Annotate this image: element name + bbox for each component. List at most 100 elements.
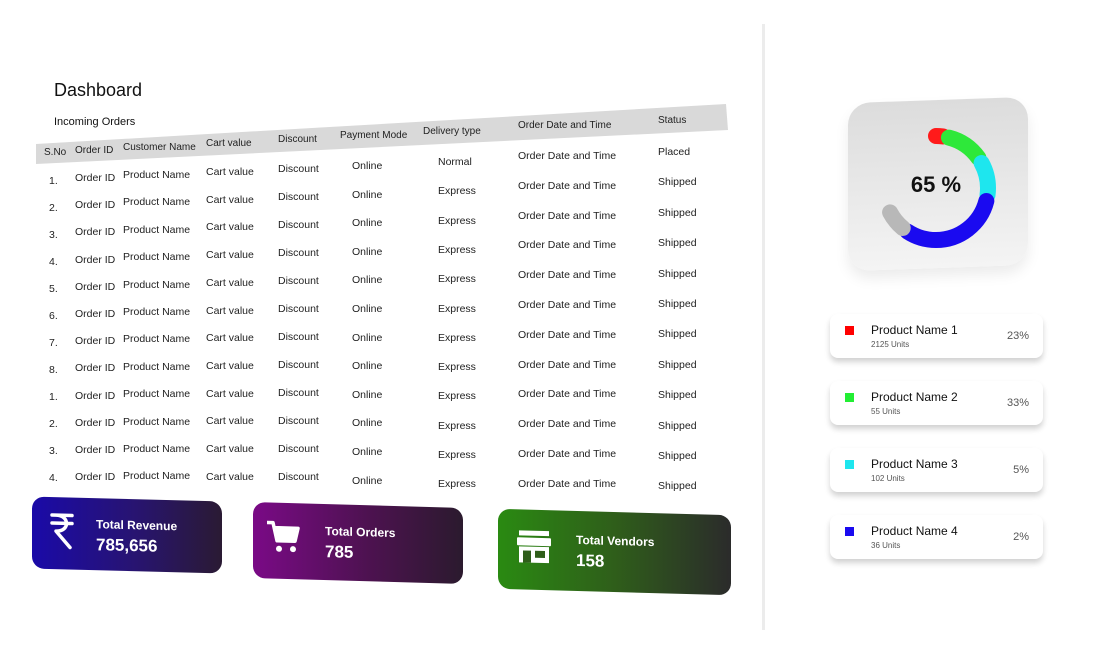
table-cell-discount: Discount: [278, 415, 319, 427]
column-header-status[interactable]: Status: [658, 115, 686, 126]
donut-percentage: 65 %: [910, 172, 962, 197]
table-cell-cart-value: Cart value: [206, 415, 254, 428]
product-card[interactable]: Product Name 2 55 Units 33%: [830, 381, 1043, 425]
table-cell-order-id[interactable]: Order ID: [75, 362, 115, 374]
table-cell-status: Shipped: [658, 480, 697, 493]
table-cell-order-date: Order Date and Time: [518, 328, 617, 341]
total-revenue-value: 785,656: [96, 535, 158, 556]
table-cell-sno: 1.: [49, 391, 58, 403]
product-units: 102 Units: [871, 474, 905, 483]
table-cell-delivery-type: Express: [438, 302, 476, 315]
table-cell-payment-mode: Online: [352, 217, 383, 230]
table-cell-delivery-type: Express: [438, 185, 476, 198]
table-cell-status: Shipped: [658, 358, 697, 371]
column-header-order-date[interactable]: Order Date and Time: [518, 120, 611, 131]
table-cell-delivery-type: Express: [438, 361, 476, 374]
table-cell-order-id[interactable]: Order ID: [75, 254, 115, 266]
table-cell-cart-value: Cart value: [206, 304, 254, 317]
column-header-payment-mode[interactable]: Payment Mode: [340, 130, 407, 141]
table-cell-delivery-type: Express: [438, 243, 476, 256]
table-cell-delivery-type: Express: [438, 273, 476, 286]
total-vendors-label: Total Vendors: [576, 532, 655, 550]
total-revenue-label: Total Revenue: [96, 517, 178, 534]
table-cell-status: Shipped: [658, 389, 697, 402]
table-cell-status: Shipped: [658, 328, 697, 341]
table-cell-cart-value: Cart value: [206, 359, 254, 372]
table-cell-discount: Discount: [278, 471, 319, 483]
table-cell-delivery-type: Express: [438, 390, 476, 403]
table-cell-status: Shipped: [658, 206, 697, 219]
table-cell-status: Placed: [658, 146, 691, 158]
table-cell-sno: 4.: [49, 472, 58, 484]
table-cell-order-id[interactable]: Order ID: [75, 308, 115, 320]
table-cell-order-id[interactable]: Order ID: [75, 172, 115, 184]
column-header-customer-name[interactable]: Customer Name: [123, 142, 196, 153]
store-icon: [516, 529, 552, 569]
table-cell-status: Shipped: [658, 450, 697, 462]
table-cell-payment-mode: Online: [352, 303, 383, 315]
table-cell-sno: 2.: [49, 418, 58, 430]
table-cell-sno: 8.: [49, 364, 58, 376]
table-cell-sno: 2.: [49, 202, 58, 214]
table-cell-order-date: Order Date and Time: [518, 388, 617, 401]
table-cell-order-id[interactable]: Order ID: [75, 417, 115, 429]
product-color-swatch: [845, 393, 854, 402]
product-percent: 33%: [1006, 397, 1029, 409]
product-color-swatch: [845, 527, 854, 536]
table-cell-order-date: Order Date and Time: [518, 179, 617, 192]
table-cell-order-id[interactable]: Order ID: [75, 444, 115, 456]
product-units: 36 Units: [871, 541, 901, 550]
column-header-discount[interactable]: Discount: [278, 134, 317, 145]
total-orders-value: 785: [325, 542, 354, 562]
table-cell-order-date: Order Date and Time: [518, 477, 617, 490]
table-cell-discount: Discount: [278, 387, 319, 399]
product-percent: 23%: [1006, 330, 1029, 342]
column-header-order-id[interactable]: Order ID: [75, 145, 113, 156]
table-cell-discount: Discount: [278, 219, 319, 231]
column-header-sno[interactable]: S.No: [44, 147, 66, 158]
table-cell-discount: Discount: [278, 247, 319, 259]
product-card[interactable]: Product Name 1 2125 Units 23%: [830, 314, 1043, 358]
product-name: Product Name 2: [871, 390, 958, 404]
table-cell-delivery-type: Express: [438, 449, 476, 461]
total-vendors-card[interactable]: Total Vendors 158: [498, 508, 731, 596]
table-cell-customer-name: Product Name: [123, 278, 191, 291]
table-cell-order-date: Order Date and Time: [518, 358, 617, 371]
table-cell-order-id[interactable]: Order ID: [75, 199, 115, 211]
table-cell-customer-name: Product Name: [123, 443, 191, 455]
total-orders-card[interactable]: Total Orders 785: [253, 502, 463, 584]
table-cell-discount: Discount: [278, 163, 319, 175]
column-header-delivery-type[interactable]: Delivery type: [423, 126, 481, 137]
table-cell-cart-value: Cart value: [206, 193, 254, 206]
product-card[interactable]: Product Name 3 102 Units 5%: [830, 448, 1043, 492]
table-cell-discount: Discount: [278, 191, 319, 203]
table-cell-order-date: Order Date and Time: [518, 209, 617, 222]
table-cell-order-id[interactable]: Order ID: [75, 471, 115, 483]
column-header-cart-value[interactable]: Cart value: [206, 138, 252, 149]
table-cell-customer-name: Product Name: [123, 388, 191, 401]
product-name: Product Name 3: [871, 457, 958, 471]
table-cell-discount: Discount: [278, 331, 319, 343]
table-cell-cart-value: Cart value: [206, 443, 254, 455]
table-cell-order-id[interactable]: Order ID: [75, 390, 115, 402]
table-cell-delivery-type: Express: [438, 214, 476, 227]
table-cell-delivery-type: Normal: [438, 156, 472, 168]
table-cell-order-date: Order Date and Time: [518, 269, 617, 282]
table-cell-order-id[interactable]: Order ID: [75, 335, 115, 347]
table-cell-customer-name: Product Name: [123, 360, 191, 373]
table-cell-order-id[interactable]: Order ID: [75, 226, 115, 238]
table-cell-cart-value: Cart value: [206, 470, 254, 483]
table-cell-delivery-type: Express: [438, 478, 476, 491]
table-cell-payment-mode: Online: [352, 274, 383, 287]
product-card[interactable]: Product Name 4 36 Units 2%: [830, 515, 1043, 559]
dashboard-page: Dashboard Incoming Orders S.No Order ID Cu…: [0, 0, 1117, 646]
table-cell-status: Shipped: [658, 176, 697, 189]
product-percent: 2%: [1013, 531, 1029, 543]
table-cell-discount: Discount: [278, 359, 319, 371]
table-cell-customer-name: Product Name: [123, 333, 191, 346]
table-cell-sno: 3.: [49, 229, 58, 241]
table-cell-order-id[interactable]: Order ID: [75, 281, 115, 293]
total-revenue-card[interactable]: Total Revenue 785,656: [32, 496, 222, 574]
table-cell-delivery-type: Express: [438, 419, 476, 432]
table-cell-sno: 7.: [49, 337, 58, 349]
